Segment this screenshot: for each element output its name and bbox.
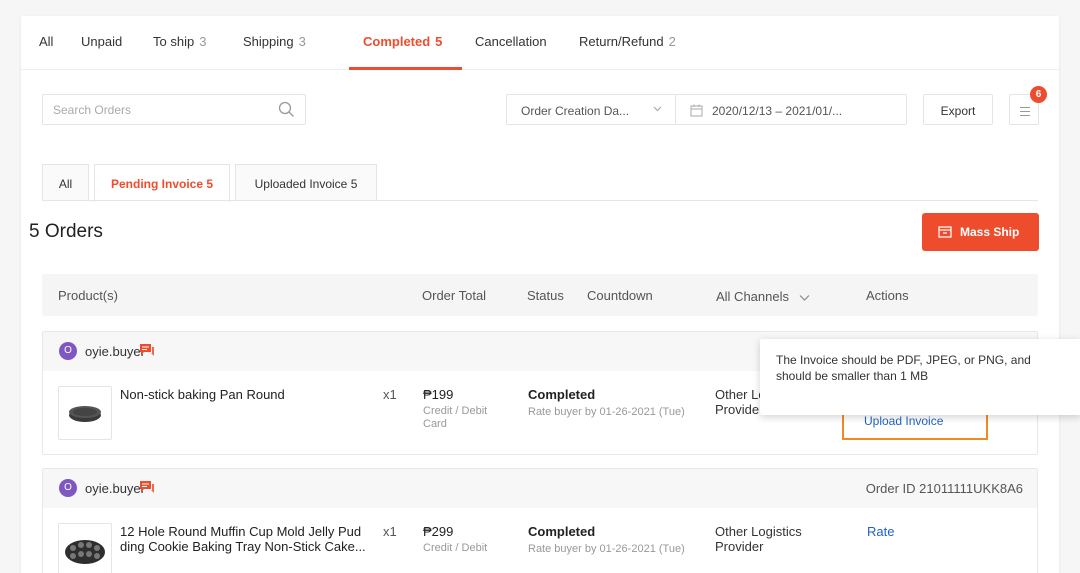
search-icon[interactable] xyxy=(278,101,295,121)
tab-count: 2 xyxy=(668,34,676,49)
buyer-name[interactable]: oyie.buyer xyxy=(85,481,145,496)
list-icon xyxy=(1020,105,1030,120)
export-button[interactable]: Export xyxy=(923,94,993,125)
chat-icon[interactable] xyxy=(139,343,155,361)
tab-label: Unpaid xyxy=(81,34,123,49)
tooltip-line: should be smaller than 1 MB xyxy=(776,369,929,383)
order-total: ₱199 xyxy=(423,387,454,402)
product-name-line: ding Cookie Baking Tray Non-Stick Cake..… xyxy=(120,539,366,554)
table-header: Product(s) Order Total Status Countdown … xyxy=(42,274,1038,316)
baking-pan-image xyxy=(69,406,101,422)
tab-return-refund[interactable]: Return/Refund 2 xyxy=(579,34,676,49)
product-name[interactable]: Non-stick baking Pan Round xyxy=(120,387,285,402)
date-range-picker[interactable]: 2020/12/13 – 2021/01/... xyxy=(675,94,907,125)
tab-label: Return/Refund xyxy=(579,34,664,49)
payment-method: Credit / Debit xyxy=(423,542,487,555)
tab-all[interactable]: All xyxy=(39,34,53,49)
tab-count: 5 xyxy=(435,34,443,49)
rate-link[interactable]: Rate xyxy=(867,524,894,539)
date-range-value: 2020/12/13 – 2021/01/... xyxy=(712,104,843,118)
rate-deadline: Rate buyer by 01-26-2021 (Tue) xyxy=(528,543,685,555)
tab-unpaid[interactable]: Unpaid xyxy=(81,34,122,49)
chevron-down-icon xyxy=(652,103,663,117)
chevron-down-icon xyxy=(799,295,810,301)
product-qty: x1 xyxy=(383,524,397,539)
payment-method-line: Credit / Debit xyxy=(423,405,488,417)
subtab-all[interactable]: All xyxy=(42,164,89,201)
payment-method-line: Card xyxy=(423,418,447,430)
search-box xyxy=(42,94,306,125)
subtab-uploaded-invoice[interactable]: Uploaded Invoice 5 xyxy=(235,164,377,201)
order-card: O oyie.buyer Order ID 21011111UKK8A6 12 … xyxy=(42,468,1038,573)
date-type-value: Order Creation Da... xyxy=(521,104,630,118)
orders-count-title: 5 Orders xyxy=(29,221,103,242)
payment-method: Credit / Debit Card xyxy=(423,405,487,431)
avatar: O xyxy=(59,342,77,360)
order-status: Completed xyxy=(528,524,596,539)
active-tab-indicator xyxy=(349,67,462,70)
notification-badge: 6 xyxy=(1030,86,1047,103)
tab-cancellation[interactable]: Cancellation xyxy=(475,34,547,49)
channel-line: Provider xyxy=(715,539,764,554)
product-thumbnail[interactable] xyxy=(58,386,112,440)
col-product: Product(s) xyxy=(58,288,118,303)
tab-label: Shipping xyxy=(243,34,294,49)
order-total: ₱299 xyxy=(423,524,454,539)
channels-filter[interactable]: All Channels xyxy=(716,289,810,304)
subtab-label: All xyxy=(58,177,73,191)
box-icon xyxy=(938,225,952,241)
chat-icon[interactable] xyxy=(139,480,155,498)
avatar: O xyxy=(59,479,77,497)
mass-ship-button[interactable]: Mass Ship xyxy=(922,213,1039,251)
mass-ship-label: Mass Ship xyxy=(960,225,1020,239)
tab-shipping[interactable]: Shipping 3 xyxy=(243,34,306,49)
tab-completed[interactable]: Completed 5 xyxy=(363,34,442,49)
export-label: Export xyxy=(940,104,976,118)
order-status: Completed xyxy=(528,387,596,402)
tab-label: To ship xyxy=(153,34,195,49)
product-qty: x1 xyxy=(383,387,397,402)
tab-count: 3 xyxy=(298,34,306,49)
tab-count: 3 xyxy=(199,34,207,49)
tab-label: Cancellation xyxy=(475,34,547,49)
order-id: Order ID 21011111UKK8A6 xyxy=(865,481,1023,496)
upload-invoice-label: Upload Invoice xyxy=(864,414,944,428)
channel-line: Other Lo xyxy=(715,387,766,402)
divider xyxy=(42,200,1038,201)
date-type-dropdown[interactable]: Order Creation Da... xyxy=(506,94,676,125)
col-countdown: Countdown xyxy=(587,288,653,303)
col-status: Status xyxy=(527,288,564,303)
shipping-channel: Other Logistics Provider xyxy=(715,524,802,554)
tab-to-ship[interactable]: To ship 3 xyxy=(153,34,206,49)
product-name-line: 12 Hole Round Muffin Cup Mold Jelly Pud xyxy=(120,524,362,539)
channel-line: Provider xyxy=(715,402,764,417)
tab-label: Completed xyxy=(363,34,431,49)
order-header: O oyie.buyer Order ID 21011111UKK8A6 xyxy=(43,469,1037,508)
invoice-tooltip: The Invoice should be PDF, JPEG, or PNG,… xyxy=(760,339,1080,415)
col-actions: Actions xyxy=(866,288,909,303)
orders-panel: All Unpaid To ship 3 Shipping 3 Completed 5… xyxy=(21,16,1080,573)
subtab-pending-invoice[interactable]: Pending Invoice 5 xyxy=(94,164,230,202)
product-thumbnail[interactable] xyxy=(58,523,112,573)
channels-label: All Channels xyxy=(716,289,789,304)
rate-deadline: Rate buyer by 01-26-2021 (Tue) xyxy=(528,406,685,418)
calendar-icon xyxy=(690,104,703,120)
col-order-total: Order Total xyxy=(422,288,487,303)
product-name[interactable]: 12 Hole Round Muffin Cup Mold Jelly Pud … xyxy=(120,524,366,554)
subtab-label: Uploaded Invoice 5 xyxy=(254,177,358,191)
payment-method-line: Credit / Debit xyxy=(423,542,488,554)
order-status-tabs: All Unpaid To ship 3 Shipping 3 Completed 5… xyxy=(21,16,1059,70)
tab-label: All xyxy=(39,34,54,49)
buyer-name[interactable]: oyie.buyer xyxy=(85,344,145,359)
tooltip-line: The Invoice should be PDF, JPEG, or PNG,… xyxy=(776,353,1031,367)
muffin-tray-image xyxy=(65,540,105,564)
subtab-label: Pending Invoice 5 xyxy=(110,177,214,191)
shipping-channel: Other Lo Provider xyxy=(715,387,766,417)
channel-line: Other Logistics xyxy=(715,524,802,539)
search-input[interactable] xyxy=(43,95,263,124)
